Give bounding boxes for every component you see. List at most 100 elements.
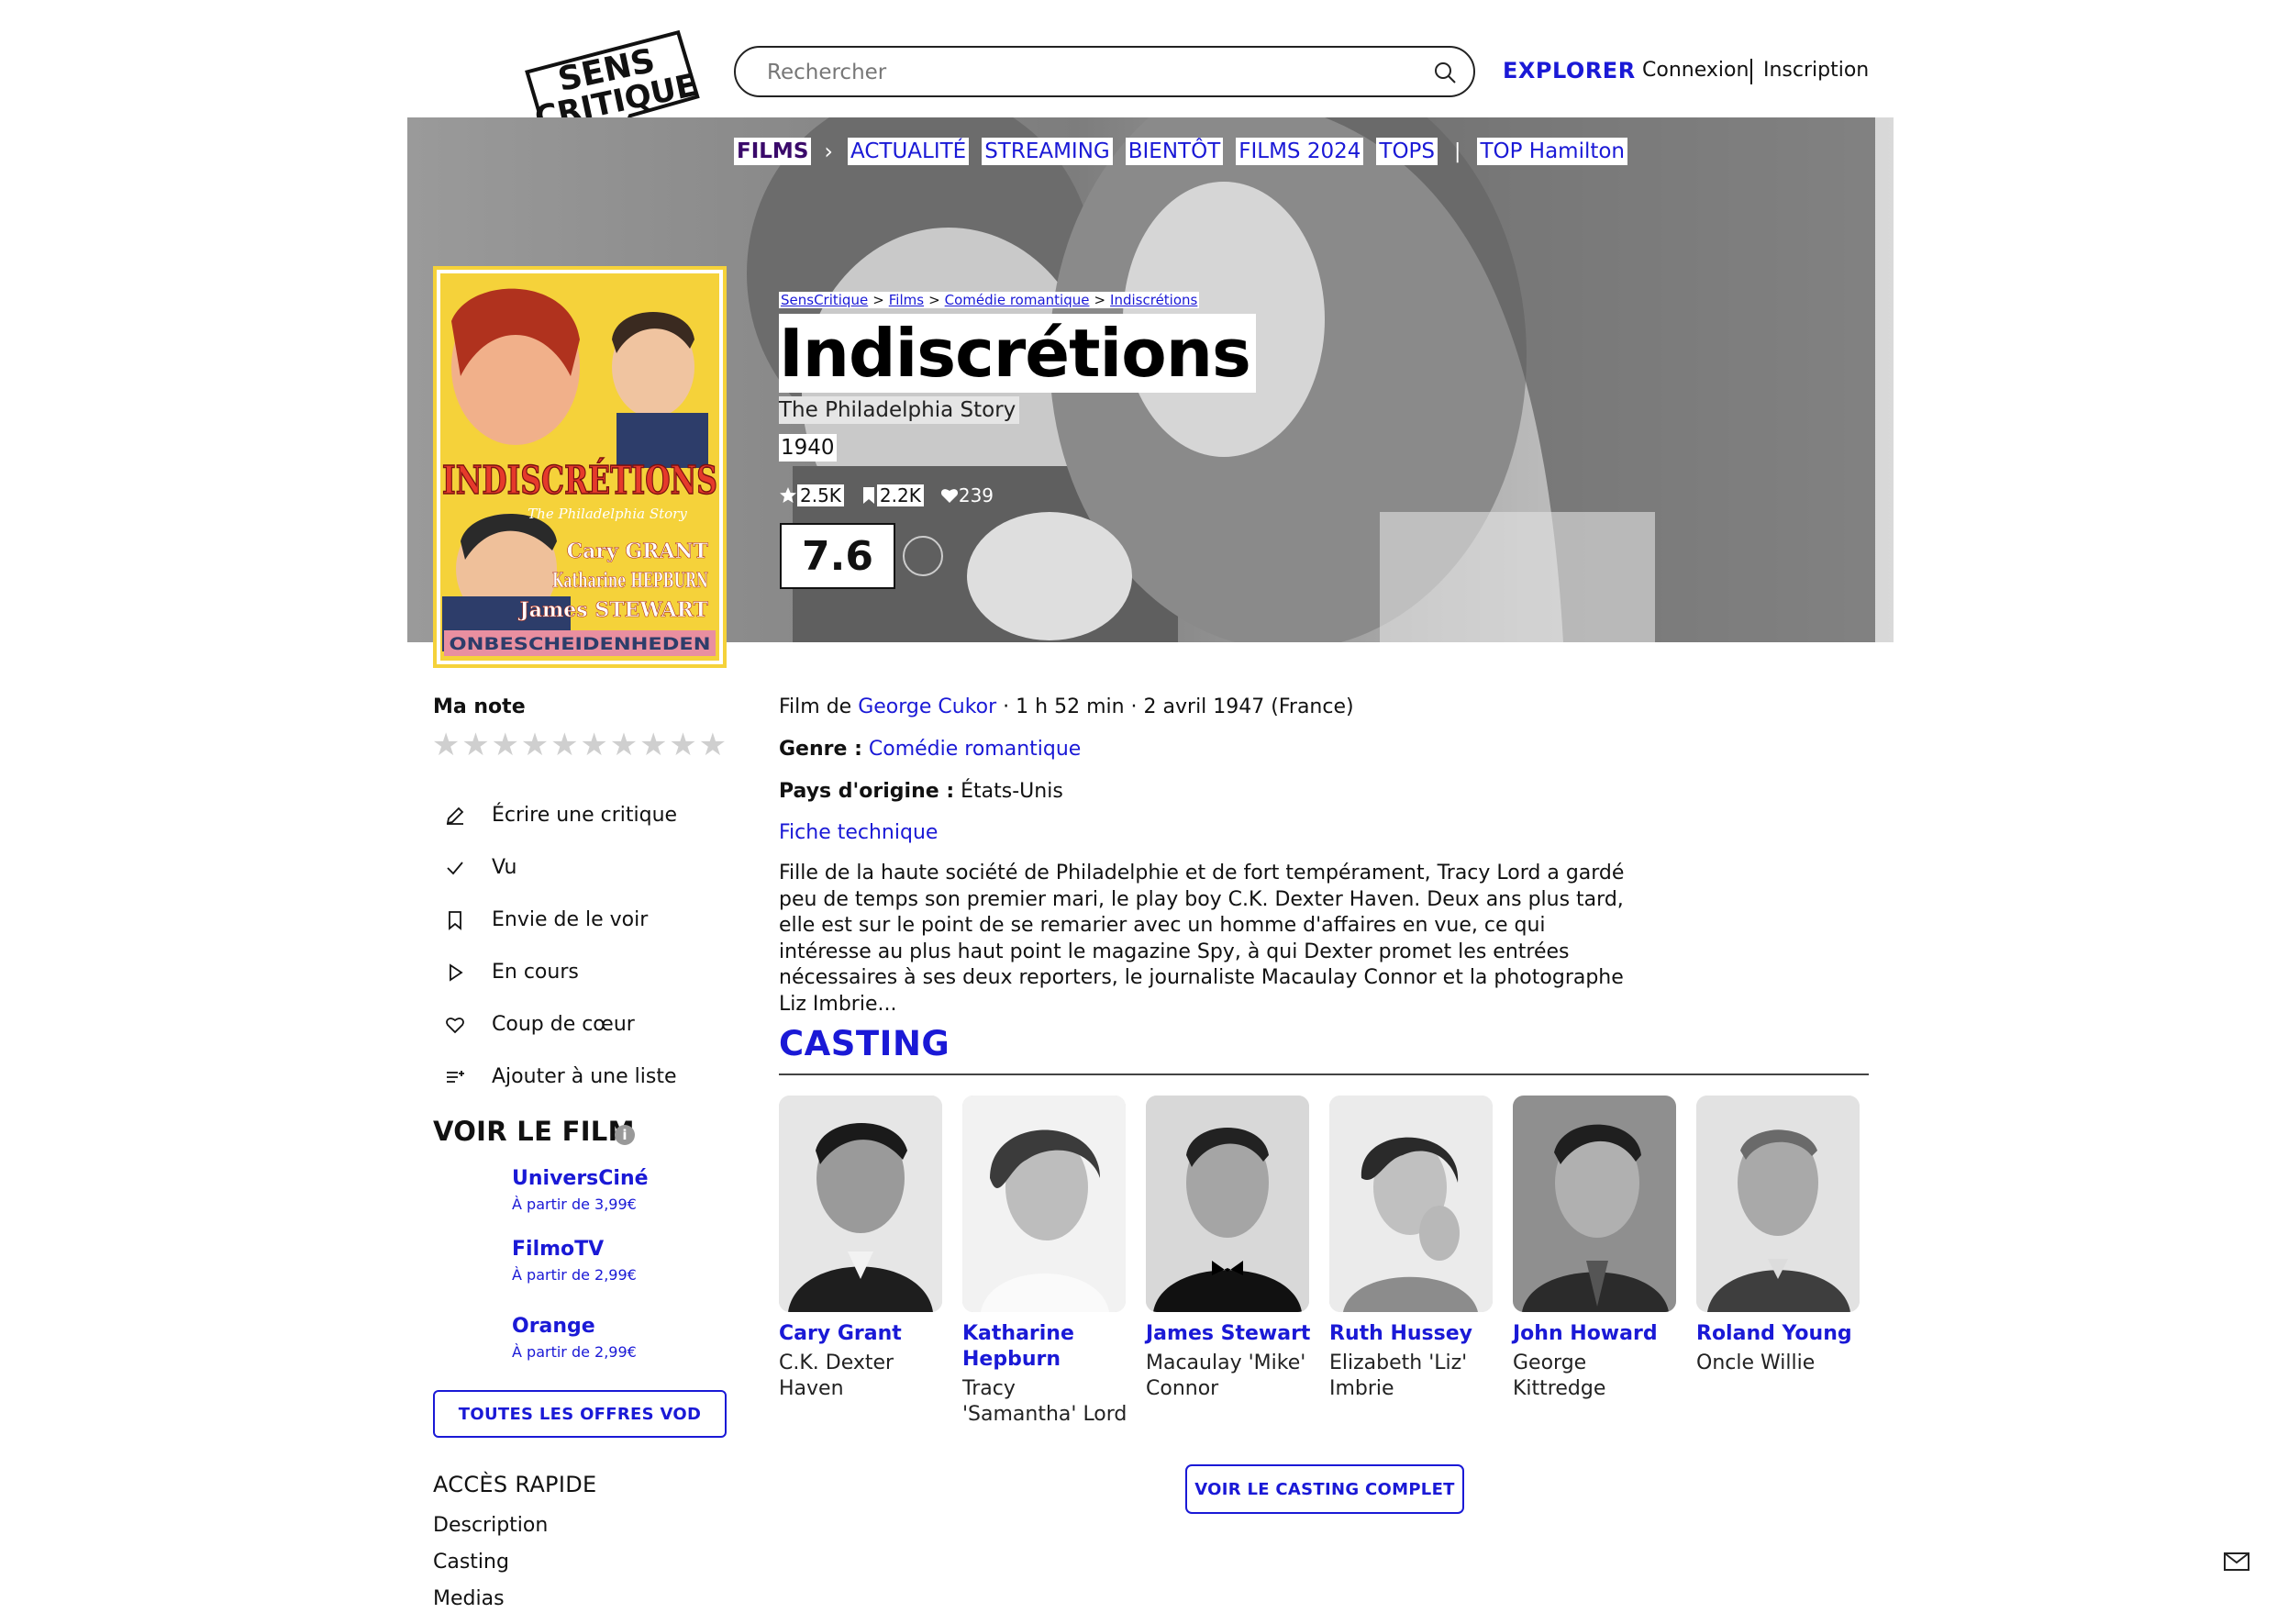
signup-link[interactable]: Inscription (1763, 59, 1869, 82)
action-label: Envie de le voir (492, 908, 649, 931)
movie-meta: · 1 h 52 min · 2 avril 1947 (France) (1003, 695, 1354, 718)
chevron-right-icon: › (824, 139, 833, 164)
actor-photo[interactable] (962, 1096, 1126, 1312)
actor-photo[interactable] (1696, 1096, 1860, 1312)
director-line: Film de George Cukor · 1 h 52 min · 2 av… (779, 695, 1354, 718)
search-icon[interactable] (1433, 61, 1457, 84)
add-to-list-action[interactable]: Ajouter à une liste (437, 1051, 677, 1103)
mail-icon[interactable] (2224, 1552, 2249, 1571)
cast-card[interactable]: Ruth Hussey Elizabeth 'Liz' Imbrie (1329, 1096, 1513, 1428)
svg-text:Katharine HEPBURN: Katharine HEPBURN (552, 569, 708, 593)
action-label: Écrire une critique (492, 804, 678, 827)
breadcrumb: SensCritique > Films > Comédie romantique > In… (779, 292, 1200, 308)
search-input[interactable] (765, 57, 1393, 88)
actor-name[interactable]: Ruth Hussey (1329, 1321, 1494, 1347)
rating-star-icon[interactable]: ★ (639, 728, 668, 762)
rating-star-icon[interactable]: ★ (609, 728, 639, 762)
pencil-icon (437, 803, 473, 829)
director-link[interactable]: George Cukor (858, 695, 996, 718)
rating-star-icon[interactable]: ★ (520, 728, 550, 762)
header-separator (1750, 59, 1752, 84)
nav-tops[interactable]: TOPS (1376, 138, 1438, 165)
movie-poster[interactable]: INDISCRÉTIONS The Philadelphia Story Car… (433, 266, 727, 668)
country-value: États-Unis (961, 780, 1063, 803)
actor-role: Oncle Willie (1696, 1351, 1816, 1374)
nav-actualite[interactable]: ACTUALITÉ (848, 138, 970, 165)
actor-photo[interactable] (779, 1096, 942, 1312)
country-label: Pays d'origine : (779, 780, 955, 803)
breadcrumb-separator: > (928, 292, 940, 308)
nav-top-hamilton[interactable]: TOP Hamilton (1477, 138, 1628, 165)
breadcrumb-films[interactable]: Films (889, 292, 924, 308)
actor-role: Elizabeth 'Liz' Imbrie (1329, 1351, 1468, 1400)
actor-name[interactable]: Roland Young (1696, 1321, 1861, 1347)
nav-bientot[interactable]: BIENTÔT (1125, 138, 1224, 165)
all-vod-offers-button[interactable]: TOUTES LES OFFRES VOD (433, 1390, 727, 1438)
rating-star-icon[interactable]: ★ (579, 728, 608, 762)
rating-star-icon[interactable]: ★ (668, 728, 697, 762)
svg-text:Cary GRANT: Cary GRANT (567, 539, 709, 563)
nav-films[interactable]: FILMS (734, 138, 812, 165)
cast-card[interactable]: Cary Grant C.K. Dexter Haven (779, 1096, 962, 1428)
quick-link-casting[interactable]: Casting (433, 1551, 548, 1587)
vod-price: À partir de 2,99€ (512, 1266, 637, 1284)
quick-link-description[interactable]: Description (433, 1514, 548, 1551)
actor-name[interactable]: John Howard (1513, 1321, 1678, 1347)
rating-star-icon[interactable]: ★ (550, 728, 579, 762)
rating-star-icon[interactable]: ★ (431, 728, 461, 762)
my-rating-label: Ma note (433, 695, 526, 718)
explorer-link[interactable]: EXPLORER (1503, 58, 1636, 83)
breadcrumb-senscritique[interactable]: SensCritique (781, 292, 868, 308)
nav-divider: | (1454, 139, 1461, 163)
vod-offer-universcine[interactable]: UniversCiné À partir de 3,99€ (512, 1167, 649, 1213)
casting-title: CASTING (779, 1024, 950, 1063)
cast-card[interactable]: John Howard George Kittredge (1513, 1096, 1696, 1428)
actor-name[interactable]: Cary Grant (779, 1321, 944, 1347)
genre-line: Genre : Comédie romantique (779, 738, 1081, 761)
actor-role: Tracy 'Samantha' Lord (962, 1377, 1127, 1426)
action-label: En cours (492, 961, 579, 984)
actor-role: Macaulay 'Mike' Connor (1146, 1351, 1306, 1400)
full-cast-button[interactable]: VOIR LE CASTING COMPLET (1185, 1464, 1464, 1514)
actor-role: George Kittredge (1513, 1351, 1606, 1400)
cast-card[interactable]: James Stewart Macaulay 'Mike' Connor (1146, 1096, 1329, 1428)
rating-star-icon[interactable]: ★ (698, 728, 728, 762)
play-icon (437, 960, 473, 985)
write-review-action[interactable]: Écrire une critique (437, 789, 677, 841)
rating-star-icon[interactable]: ★ (461, 728, 490, 762)
quick-link-medias[interactable]: Medias (433, 1587, 548, 1624)
tech-sheet-link[interactable]: Fiche technique (779, 821, 938, 844)
action-label: Vu (492, 856, 517, 879)
in-progress-action[interactable]: En cours (437, 946, 677, 998)
breadcrumb-separator: > (872, 292, 884, 308)
favorite-action[interactable]: Coup de cœur (437, 998, 677, 1051)
original-title: The Philadelphia Story (779, 396, 1020, 424)
director-prefix: Film de (779, 695, 852, 718)
rating-stars[interactable]: ★ ★ ★ ★ ★ ★ ★ ★ ★ ★ (431, 728, 728, 762)
country-line: Pays d'origine : États-Unis (779, 780, 1063, 803)
wishlist-action[interactable]: Envie de le voir (437, 894, 677, 946)
vod-name: UniversCiné (512, 1167, 649, 1190)
casting-divider (779, 1073, 1869, 1075)
cast-card[interactable]: Roland Young Oncle Willie (1696, 1096, 1880, 1428)
actor-photo[interactable] (1513, 1096, 1676, 1312)
info-icon[interactable]: i (615, 1125, 635, 1145)
login-link[interactable]: Connexion (1642, 59, 1749, 82)
actor-photo[interactable] (1329, 1096, 1493, 1312)
breadcrumb-current[interactable]: Indiscrétions (1110, 292, 1197, 308)
vod-offer-filmotv[interactable]: FilmoTV À partir de 2,99€ (512, 1238, 637, 1284)
vod-offer-orange[interactable]: Orange À partir de 2,99€ (512, 1315, 637, 1361)
actor-name[interactable]: James Stewart (1146, 1321, 1311, 1347)
actor-name[interactable]: Katharine Hepburn (962, 1321, 1127, 1373)
seen-action[interactable]: Vu (437, 841, 677, 894)
breadcrumb-genre[interactable]: Comédie romantique (945, 292, 1090, 308)
genre-link[interactable]: Comédie romantique (869, 738, 1081, 761)
actor-photo[interactable] (1146, 1096, 1309, 1312)
nav-films-2024[interactable]: FILMS 2024 (1236, 138, 1364, 165)
search-bar[interactable] (734, 46, 1475, 97)
cast-card[interactable]: Katharine Hepburn Tracy 'Samantha' Lord (962, 1096, 1146, 1428)
svg-text:ONBESCHEIDENHEDEN: ONBESCHEIDENHEDEN (450, 634, 711, 654)
check-icon (437, 855, 473, 881)
nav-streaming[interactable]: STREAMING (982, 138, 1113, 165)
rating-star-icon[interactable]: ★ (491, 728, 520, 762)
